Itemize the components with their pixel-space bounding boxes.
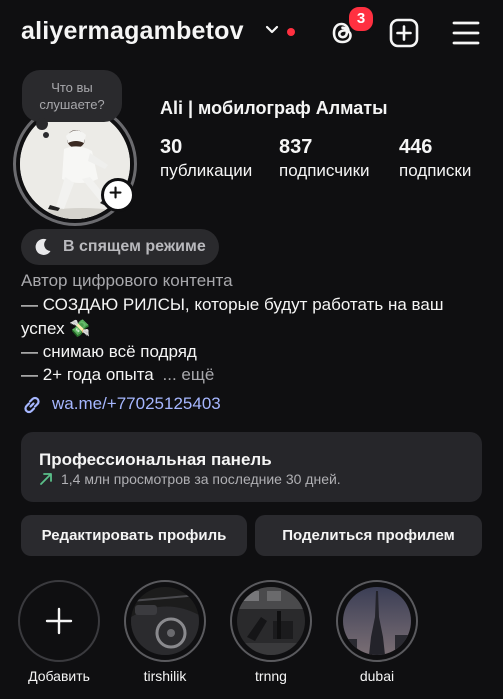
sleep-mode-pill[interactable]: В спящем режиме <box>21 229 219 265</box>
add-post-icon[interactable] <box>389 18 419 48</box>
stat-following-count: 446 <box>399 136 433 158</box>
note-text: Что вы слушаете? <box>39 80 105 112</box>
stat-following-label: подписки <box>399 161 472 180</box>
stat-posts-label: публикации <box>160 161 253 180</box>
moon-icon <box>35 238 51 255</box>
note-bubble[interactable]: Что вы слушаете? <box>22 70 122 122</box>
bio-line-4-text: — 2+ года опыта <box>21 365 154 384</box>
bio-more-link[interactable]: ... ещё <box>163 365 215 384</box>
highlight-label: trnng <box>255 668 287 684</box>
bio-line-2: успех 💸 <box>21 319 91 338</box>
profile-category: Автор цифрового контента <box>21 271 233 290</box>
bio-line-4: — 2+ года опыта ... ещё <box>21 365 214 385</box>
highlight-label: Добавить <box>28 668 90 684</box>
highlight-label: tirshilik <box>143 668 187 684</box>
highlight-thumbnail <box>237 587 305 655</box>
bio-line-3: — снимаю всё подряд <box>21 342 197 361</box>
username[interactable]: aliyermagambetov <box>21 17 244 46</box>
edit-profile-button[interactable]: Редактировать профиль <box>21 515 247 556</box>
notification-dot <box>287 28 295 36</box>
highlight-thumbnail <box>131 587 199 655</box>
bio-line-1: — СОЗДАЮ РИЛСЫ, которые будут работать н… <box>21 295 444 314</box>
add-story-button[interactable] <box>101 178 135 212</box>
stat-posts[interactable]: 30 публикации <box>160 136 252 181</box>
share-profile-button[interactable]: Поделиться профилем <box>255 515 482 556</box>
professional-panel[interactable]: Профессиональная панель 1,4 млн просмотр… <box>21 432 482 502</box>
professional-panel-subtitle: 1,4 млн просмотров за последние 30 дней. <box>61 471 341 487</box>
threads-badge: 3 <box>347 5 375 33</box>
stat-followers-label: подписчики <box>279 161 370 180</box>
note-tail-small <box>43 132 49 138</box>
trend-up-icon <box>40 473 52 485</box>
profile-full-name: Ali | мобилограф Алматы <box>160 98 388 118</box>
menu-icon[interactable] <box>452 20 480 46</box>
chevron-down-icon[interactable] <box>264 22 280 38</box>
top-bar: aliyermagambetov 3 <box>0 0 503 64</box>
stat-followers-count: 837 <box>279 136 313 158</box>
profile-link[interactable]: wa.me/+77025125403 <box>52 394 221 414</box>
highlight-thumbnail <box>343 587 411 655</box>
highlight-label: dubai <box>359 668 395 684</box>
note-tail <box>36 118 48 130</box>
stat-posts-count: 30 <box>160 136 183 158</box>
link-icon <box>24 396 40 414</box>
stat-followers[interactable]: 837 подписчики <box>279 136 370 181</box>
stat-following[interactable]: 446 подписки <box>399 136 471 181</box>
plus-icon <box>45 607 73 635</box>
sleep-mode-label: В спящем режиме <box>63 238 206 255</box>
professional-panel-title: Профессиональная панель <box>39 450 272 469</box>
